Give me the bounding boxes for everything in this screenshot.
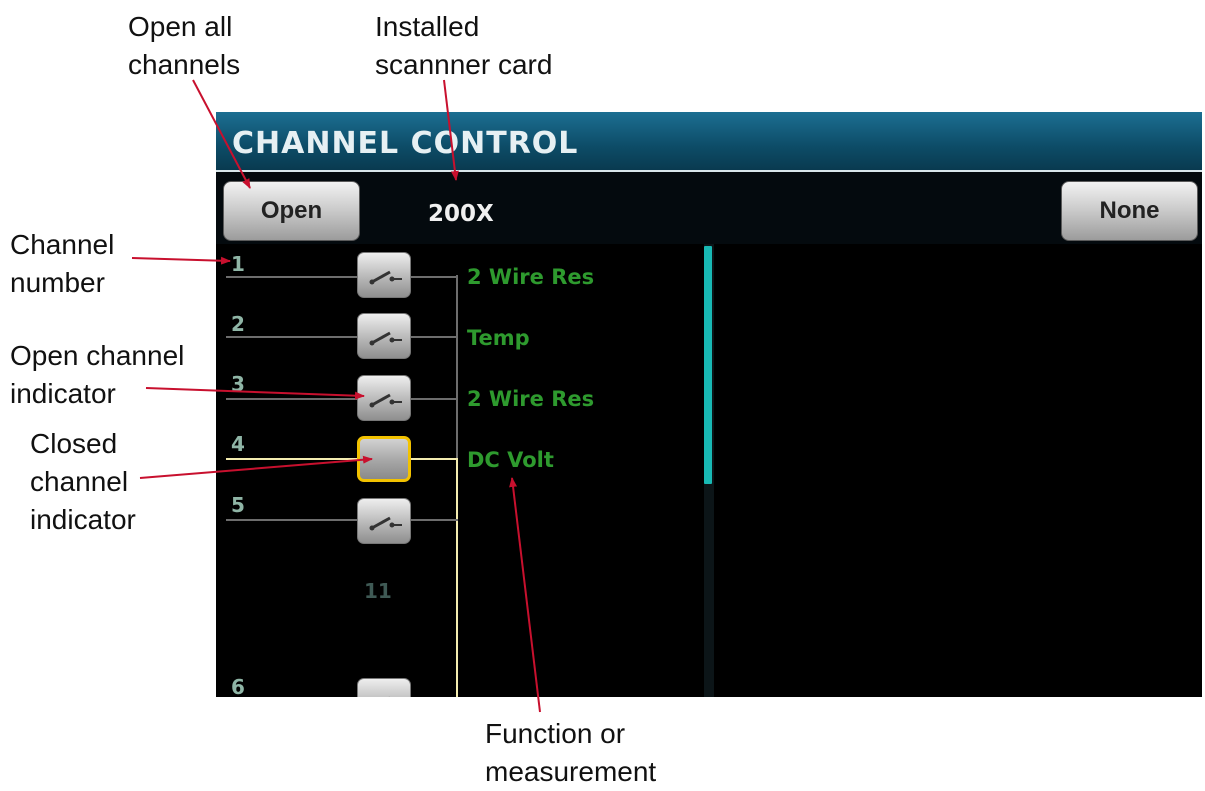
scrollbar-thumb[interactable] — [704, 246, 712, 484]
callout-line: measurement — [485, 756, 657, 787]
switch-open-icon — [369, 516, 402, 531]
channel-number: 3 — [231, 372, 245, 396]
channel-wire — [226, 519, 458, 521]
callout-line: channels — [128, 49, 241, 80]
switch-open-icon — [369, 331, 402, 346]
channel-function: DC Volt — [467, 448, 554, 472]
callout-line: channel — [30, 466, 129, 497]
channel-wire — [226, 336, 458, 338]
callout-line: number — [10, 267, 105, 298]
open-channel-indicator[interactable] — [357, 313, 411, 359]
closed-channel-indicator[interactable] — [357, 436, 411, 482]
channel-number: 6 — [231, 675, 245, 697]
channel-control-screen: CHANNEL CONTROL Open 200X None 1 2 Wire … — [216, 112, 1202, 697]
none-button[interactable]: None — [1061, 181, 1198, 241]
switch-open-icon — [369, 393, 402, 408]
callout-line: indicator — [10, 378, 116, 409]
channel-function: Temp — [467, 326, 530, 350]
callout-closed-indicator: Closed channel indicator — [30, 425, 136, 539]
title-bar: CHANNEL CONTROL — [216, 112, 1202, 172]
closed-bus-wire — [456, 459, 458, 697]
callout-installed-card: Installed scannner card — [375, 8, 552, 84]
callout-line: Channel — [10, 229, 115, 260]
channel-wire — [226, 398, 458, 400]
slot-number: 11 — [364, 579, 392, 603]
channel-number: 5 — [231, 493, 245, 517]
switch-open-icon — [369, 270, 402, 285]
open-channel-indicator[interactable] — [357, 375, 411, 421]
callout-open-all: Open all channels — [128, 8, 240, 84]
channel-number: 2 — [231, 312, 245, 336]
callout-line: Open all — [128, 11, 233, 42]
callout-line: Open channel — [10, 340, 185, 371]
open-channel-indicator[interactable] — [357, 678, 411, 697]
callout-function: Function or measurement — [485, 715, 656, 791]
switch-open-icon — [388, 696, 390, 697]
callout-line: indicator — [30, 504, 136, 535]
channel-wire — [226, 276, 458, 278]
callout-channel-number: Channel number — [10, 226, 114, 302]
channel-wire-closed — [226, 458, 458, 460]
channel-function: 2 Wire Res — [467, 265, 595, 289]
channel-number: 4 — [231, 432, 245, 456]
channel-function: 2 Wire Res — [467, 387, 595, 411]
callout-line: scannner card — [375, 49, 553, 80]
open-all-button[interactable]: Open — [223, 181, 360, 241]
toolbar: Open 200X None — [216, 172, 1202, 244]
open-channel-indicator[interactable] — [357, 252, 411, 298]
screen-title: CHANNEL CONTROL — [232, 126, 579, 161]
scrollbar[interactable] — [704, 244, 714, 697]
channel-number: 1 — [231, 252, 245, 276]
callout-open-indicator: Open channel indicator — [10, 337, 184, 413]
installed-card-label: 200X — [428, 201, 494, 227]
callout-line: Function or — [485, 718, 626, 749]
callout-line: Closed — [30, 428, 118, 459]
open-channel-indicator[interactable] — [357, 498, 411, 544]
callout-line: Installed — [375, 11, 480, 42]
